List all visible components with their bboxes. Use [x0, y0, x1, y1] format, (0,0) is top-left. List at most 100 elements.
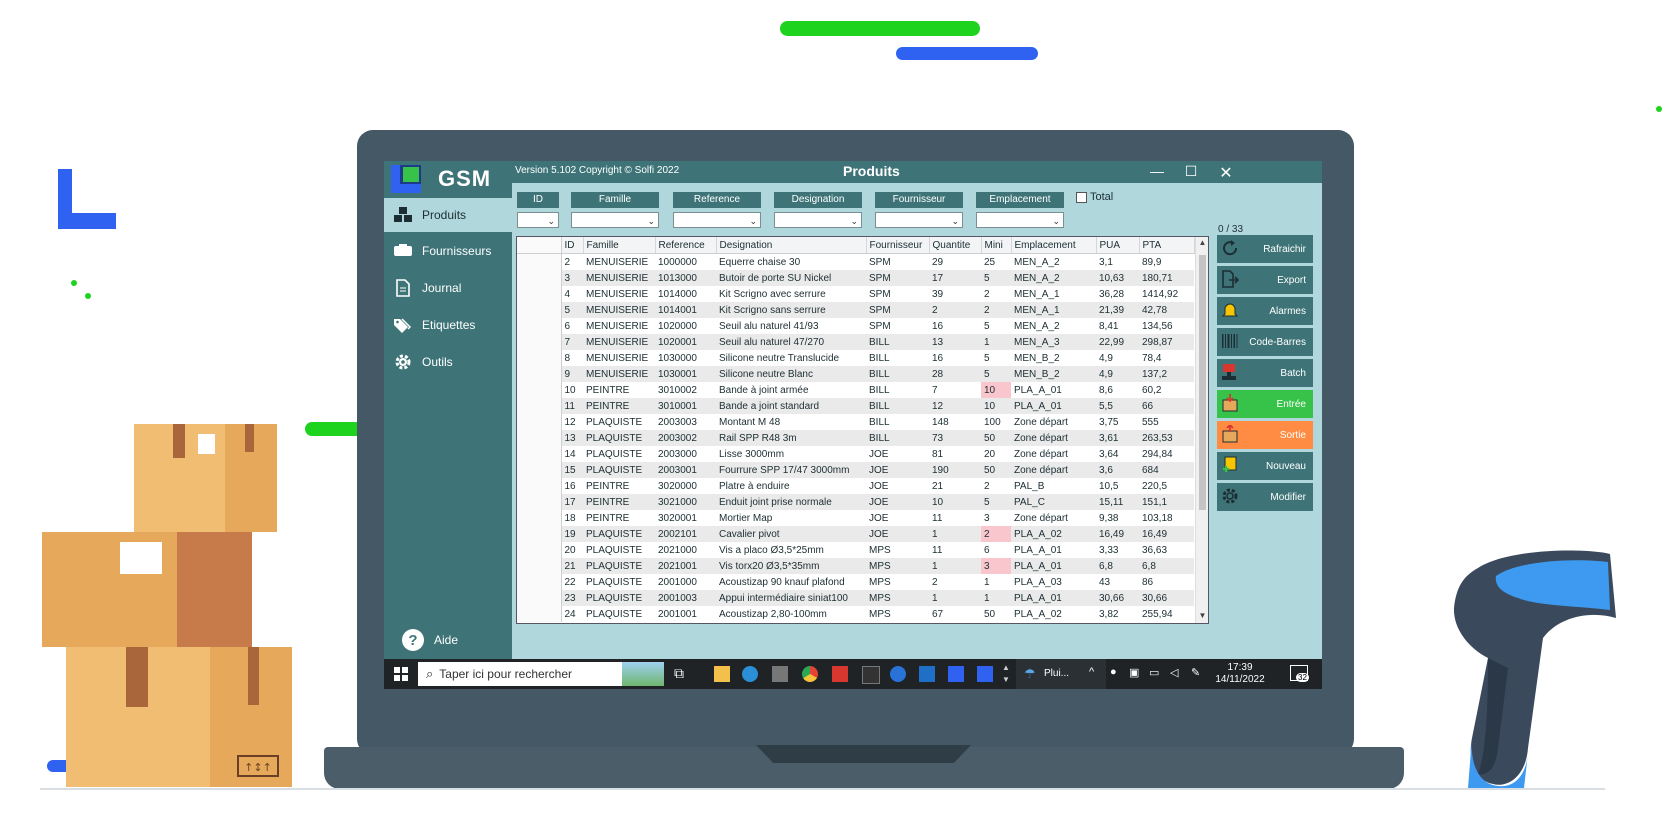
table-row[interactable]: 23 PLAQUISTE 2001003 Appui intermédiaire si… — [517, 590, 1194, 606]
filter-select-fournisseur[interactable]: ⌄ — [875, 212, 963, 228]
table-row[interactable]: 11 PEINTRE 3010001 Bande a joint standard BI… — [517, 398, 1194, 414]
table-row[interactable]: 24 PLAQUISTE 2001001 Acoustizap 2,80-100mm M… — [517, 606, 1194, 622]
table-row[interactable]: 8 MENUISERIE 1030000 Silicone neutre Transl… — [517, 350, 1194, 366]
table-row[interactable]: 10 PEINTRE 3010002 Bande à joint armée BILL 7… — [517, 382, 1194, 398]
row-selector[interactable] — [517, 510, 562, 526]
table-row[interactable]: 14 PLAQUISTE 2003000 Lisse 3000mm JOE 81 20 Zon… — [517, 446, 1194, 462]
table-row[interactable]: 16 PEINTRE 3020000 Platre à enduire JOE 21 2 PA… — [517, 478, 1194, 494]
microphone-icon[interactable]: ● — [1110, 666, 1117, 678]
table-row[interactable]: 6 MENUISERIE 1020000 Seuil alu naturel 41/9… — [517, 318, 1194, 334]
filter-select-famille[interactable]: ⌄ — [571, 212, 659, 228]
table-row[interactable]: 17 PEINTRE 3021000 Enduit joint prise norma… — [517, 494, 1194, 510]
column-header[interactable]: Fournisseur — [866, 237, 930, 254]
row-selector[interactable] — [517, 318, 562, 334]
table-row[interactable]: 18 PEINTRE 3020001 Mortier Map JOE 11 3 Zone dé… — [517, 510, 1194, 526]
table-row[interactable]: 7 MENUISERIE 1020001 Seuil alu naturel 47/2… — [517, 334, 1194, 350]
row-selector[interactable] — [517, 494, 562, 510]
table-row[interactable]: 2 MENUISERIE 1000000 Equerre chaise 30 SPM 29… — [517, 253, 1194, 270]
row-selector[interactable] — [517, 366, 562, 382]
column-header[interactable]: Quantite — [929, 237, 982, 254]
column-header[interactable]: Emplacement — [1011, 237, 1097, 254]
total-checkbox[interactable]: Total — [1076, 191, 1113, 203]
column-header[interactable]: ID — [561, 237, 584, 254]
entr-e-button[interactable]: Entrée — [1217, 390, 1313, 418]
row-selector[interactable] — [517, 590, 562, 606]
column-header[interactable]: Famille — [583, 237, 656, 254]
row-selector[interactable] — [517, 526, 562, 542]
sidebar-item-produits[interactable]: Produits — [384, 198, 512, 232]
windows-start-icon[interactable] — [394, 667, 408, 681]
nouveau-button[interactable]: Nouveau — [1217, 452, 1313, 480]
row-selector[interactable] — [517, 446, 562, 462]
app-icon[interactable] — [772, 666, 788, 682]
filter-select-emplacement[interactable]: ⌄ — [976, 212, 1064, 228]
table-row[interactable]: 13 PLAQUISTE 2003002 Rail SPP R48 3m BILL 73 5… — [517, 430, 1194, 446]
close-button[interactable]: ✕ — [1216, 163, 1236, 183]
volume-icon[interactable]: ◁ — [1170, 666, 1178, 679]
row-selector[interactable] — [517, 414, 562, 430]
network-icon[interactable]: ▣ — [1129, 666, 1139, 679]
row-selector[interactable] — [517, 334, 562, 350]
minimize-button[interactable]: — — [1147, 163, 1167, 179]
table-row[interactable]: 20 PLAQUISTE 2021000 Vis a placo Ø3,5*25mm M… — [517, 542, 1194, 558]
column-header[interactable]: Mini — [981, 237, 1012, 254]
taskbar-overflow-icon[interactable]: ▲ ▼ — [1002, 662, 1010, 686]
scrollbar-thumb[interactable] — [1199, 255, 1206, 510]
column-header[interactable]: PUA — [1096, 237, 1140, 254]
column-header[interactable]: PTA — [1139, 237, 1195, 254]
rafraichir-button[interactable]: Rafraichir — [1217, 235, 1313, 263]
sidebar-item-etiquettes[interactable]: Etiquettes — [384, 308, 512, 342]
table-row[interactable]: 19 PLAQUISTE 2002101 Cavalier pivot JOE 1 2 PLA… — [517, 526, 1194, 542]
app-icon[interactable] — [862, 666, 880, 684]
row-selector[interactable] — [517, 398, 562, 414]
row-selector[interactable] — [517, 270, 562, 286]
column-header[interactable]: Reference — [655, 237, 717, 254]
modifier-button[interactable]: Modifier — [1217, 483, 1313, 511]
chrome-icon[interactable] — [802, 666, 818, 682]
scroll-down-icon[interactable]: ▼ — [1196, 611, 1208, 620]
sidebar-item-outils[interactable]: Outils — [384, 345, 512, 379]
row-selector[interactable] — [517, 478, 562, 494]
table-row[interactable]: 4 MENUISERIE 1014000 Kit Scrigno avec serru… — [517, 286, 1194, 302]
filter-select-reference[interactable]: ⌄ — [673, 212, 761, 228]
taskbar-search[interactable]: ⌕ Taper ici pour rechercher — [418, 662, 664, 686]
column-header[interactable]: Designation — [716, 237, 867, 254]
row-selector[interactable] — [517, 286, 562, 302]
filter-select-id[interactable]: ⌄ — [517, 212, 559, 228]
row-selector[interactable] — [517, 574, 562, 590]
table-row[interactable]: 21 PLAQUISTE 2021001 Vis torx20 Ø3,5*35mm MP… — [517, 558, 1194, 574]
scroll-up-icon[interactable]: ▲ — [1196, 238, 1208, 247]
row-selector[interactable] — [517, 382, 562, 398]
export-button[interactable]: Export — [1217, 266, 1313, 294]
table-row[interactable]: 22 PLAQUISTE 2001000 Acoustizap 90 knauf pl… — [517, 574, 1194, 590]
row-selector[interactable] — [517, 558, 562, 574]
outlook-icon[interactable] — [919, 666, 935, 682]
row-selector[interactable] — [517, 430, 562, 446]
row-selector[interactable] — [517, 606, 562, 622]
clock[interactable]: 17:39 14/11/2022 — [1212, 662, 1268, 686]
task-view-icon[interactable]: ⧉ — [674, 665, 684, 682]
batch-button[interactable]: Batch — [1217, 359, 1313, 387]
file-explorer-icon[interactable] — [714, 666, 730, 682]
pdf-icon[interactable] — [832, 666, 848, 682]
row-selector[interactable] — [517, 542, 562, 558]
tray-chevron-icon[interactable]: ^ — [1089, 666, 1094, 678]
gsm-app-icon[interactable] — [977, 666, 993, 682]
row-selector[interactable] — [517, 462, 562, 478]
pen-icon[interactable]: ✎ — [1191, 666, 1200, 679]
teamviewer-icon[interactable] — [890, 666, 906, 682]
table-scrollbar[interactable]: ▲ ▼ — [1195, 237, 1208, 623]
code-barres-button[interactable]: Code-Barres — [1217, 328, 1313, 356]
battery-icon[interactable]: ▭ — [1149, 666, 1159, 679]
row-selector[interactable] — [517, 350, 562, 366]
row-selector[interactable] — [517, 253, 562, 270]
table-row[interactable]: 12 PLAQUISTE 2003003 Montant M 48 BILL 148 100… — [517, 414, 1194, 430]
table-row[interactable]: 3 MENUISERIE 1013000 Butoir de porte SU Nic… — [517, 270, 1194, 286]
gsm-app-icon[interactable] — [948, 666, 964, 682]
alarmes-button[interactable]: Alarmes — [1217, 297, 1313, 325]
maximize-button[interactable]: ☐ — [1181, 163, 1201, 180]
table-row[interactable]: 5 MENUISERIE 1014001 Kit Scrigno sans serru… — [517, 302, 1194, 318]
edge-icon[interactable] — [742, 666, 758, 682]
sidebar-item-journal[interactable]: Journal — [384, 271, 512, 305]
row-selector[interactable] — [517, 302, 562, 318]
